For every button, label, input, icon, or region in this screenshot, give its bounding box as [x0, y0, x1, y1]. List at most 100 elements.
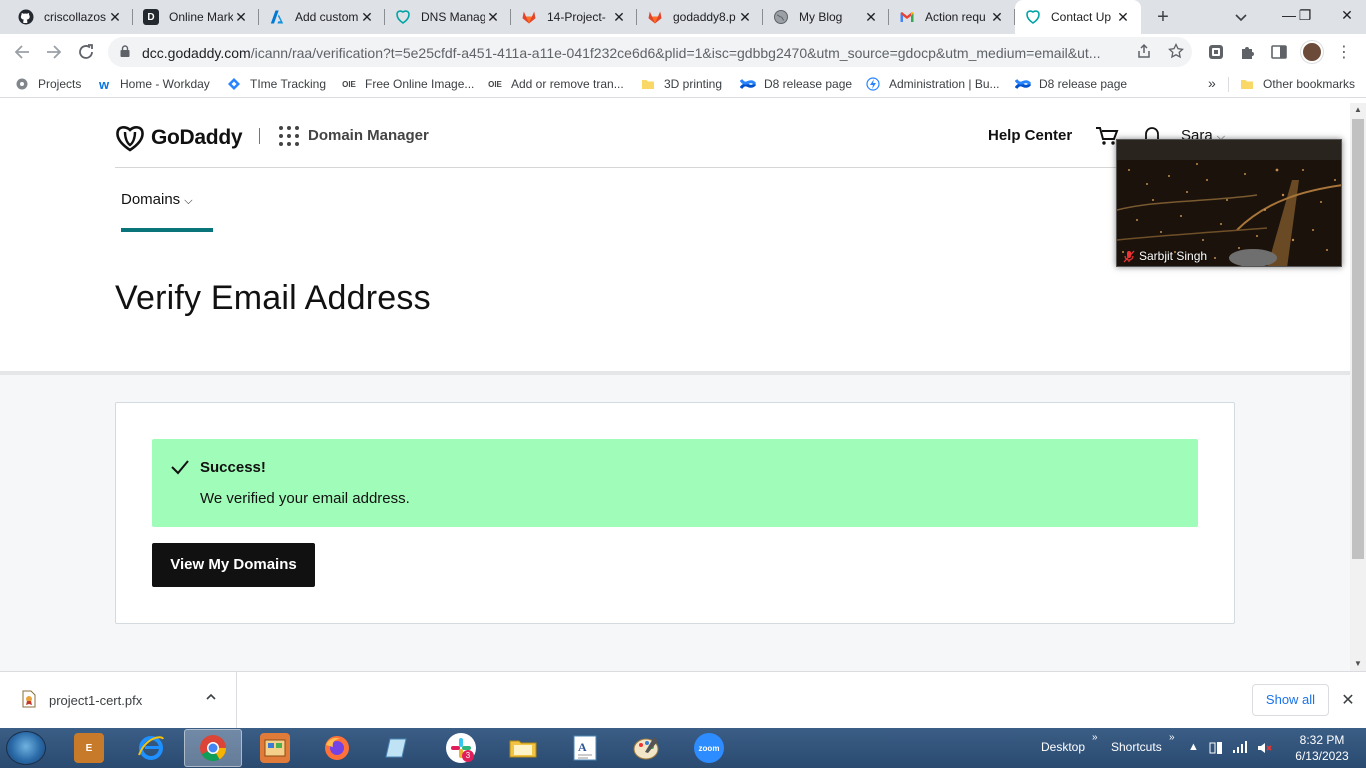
forward-icon[interactable]: [42, 40, 66, 64]
view-my-domains-button[interactable]: View My Domains: [152, 543, 315, 587]
tab-title: Contact Up: [1051, 10, 1112, 24]
close-icon[interactable]: ✕: [359, 9, 375, 25]
zoom-video-tile[interactable]: Sarbjit Singh: [1116, 139, 1342, 267]
close-icon[interactable]: ✕: [1115, 9, 1131, 25]
tab-title: My Blog: [799, 10, 843, 24]
close-icon[interactable]: ✕: [1340, 690, 1356, 709]
scrollbar-thumb[interactable]: [1352, 119, 1364, 559]
taskbar-app-zoom[interactable]: zoom: [680, 729, 738, 767]
chevron-down-icon[interactable]: [1232, 7, 1250, 27]
godaddy-logo[interactable]: GoDaddy: [115, 123, 243, 153]
bookmark-other[interactable]: Other bookmarks: [1239, 75, 1355, 93]
bookmark-free-online-image[interactable]: OIE Free Online Image...: [341, 75, 474, 93]
taskbar-app-control-panel[interactable]: [246, 729, 304, 767]
bookmark-3d-printing[interactable]: 3D printing: [640, 75, 722, 93]
address-bar[interactable]: dcc.godaddy.com/icann/raa/verification?t…: [108, 37, 1192, 67]
tab-dns-manager[interactable]: DNS Manag ✕: [385, 0, 511, 34]
close-icon[interactable]: ✕: [611, 9, 627, 25]
restore-icon[interactable]: ❐: [1286, 0, 1324, 34]
bookmarks-bar: Projects w Home - Workday TIme Tracking …: [0, 70, 1366, 98]
taskbar-app-editor[interactable]: E: [60, 729, 118, 767]
shortcuts-toolbar[interactable]: Shortcuts: [1111, 740, 1162, 754]
system-clock[interactable]: 8:32 PM 6/13/2023: [1292, 732, 1352, 764]
tab-action-required[interactable]: Action requ ✕: [889, 0, 1015, 34]
close-icon[interactable]: ✕: [989, 9, 1005, 25]
wordpad-icon: A: [570, 733, 600, 763]
gear-icon: [14, 76, 30, 92]
tab-contact-update[interactable]: Contact Up ✕: [1015, 0, 1141, 34]
taskbar-app-slack[interactable]: 3: [432, 729, 490, 767]
taskbar-app-paint[interactable]: [618, 729, 676, 767]
close-icon[interactable]: ✕: [485, 9, 501, 25]
jira-icon: [226, 76, 242, 92]
taskbar-app-wordpad[interactable]: A: [556, 729, 614, 767]
tab-14-project[interactable]: 14-Project- ✕: [511, 0, 637, 34]
puzzle-icon[interactable]: [1239, 43, 1257, 61]
desktop-toolbar[interactable]: Desktop: [1041, 740, 1085, 754]
close-icon[interactable]: ✕: [863, 9, 879, 25]
tab-my-blog[interactable]: My Blog ✕: [763, 0, 889, 34]
lock-icon[interactable]: [120, 45, 130, 57]
download-item[interactable]: project1-cert.pfx: [0, 672, 237, 728]
bookmark-workday[interactable]: w Home - Workday: [96, 75, 210, 93]
start-button[interactable]: [6, 731, 46, 765]
share-icon[interactable]: [1135, 43, 1153, 61]
close-window-icon[interactable]: ✕: [1328, 0, 1366, 34]
bookmark-administration[interactable]: Administration | Bu...: [865, 75, 1000, 93]
close-icon[interactable]: ✕: [107, 9, 123, 25]
reload-icon[interactable]: [74, 40, 98, 64]
chrome-icon: [198, 733, 228, 763]
side-panel-icon[interactable]: [1270, 43, 1288, 61]
help-center-link[interactable]: Help Center: [988, 127, 1072, 144]
bookmark-projects[interactable]: Projects: [14, 75, 81, 93]
bookmark-d8-release-2[interactable]: D8 release page: [1015, 75, 1127, 93]
back-icon[interactable]: [10, 40, 34, 64]
gmail-icon: [899, 9, 915, 25]
product-name[interactable]: Domain Manager: [308, 127, 429, 144]
browser-toolbar: dcc.godaddy.com/icann/raa/verification?t…: [0, 34, 1366, 70]
taskbar-app-explorer[interactable]: [494, 729, 552, 767]
volume-muted-icon[interactable]: [1257, 741, 1273, 758]
nav-domains[interactable]: Domains ⌵: [121, 191, 193, 208]
taskbar-app-notepad[interactable]: [370, 729, 428, 767]
oie-icon: OIE: [342, 79, 356, 89]
close-icon[interactable]: ✕: [233, 9, 249, 25]
device-icon[interactable]: [1209, 741, 1223, 758]
paint-icon: [632, 733, 662, 763]
more-bookmarks-icon[interactable]: »: [1208, 75, 1216, 91]
url-text[interactable]: dcc.godaddy.com/icann/raa/verification?t…: [142, 45, 1132, 61]
bookmark-add-remove[interactable]: OIE Add or remove tran...: [487, 75, 624, 93]
godaddy-icon: [395, 9, 411, 25]
app-grid-icon[interactable]: [279, 126, 299, 146]
active-nav-indicator: [121, 228, 213, 232]
close-icon[interactable]: ✕: [737, 9, 753, 25]
taskbar-app-ie[interactable]: [122, 729, 180, 767]
show-hidden-icons[interactable]: ▲: [1188, 741, 1199, 753]
signal-icon[interactable]: [1233, 741, 1247, 756]
godaddy-icon: [1025, 9, 1041, 25]
tab-godaddy8[interactable]: godaddy8.p ✕: [637, 0, 763, 34]
tab-add-custom[interactable]: Add custom ✕: [259, 0, 385, 34]
control-panel-icon: [260, 733, 290, 763]
extension-icon[interactable]: [1207, 43, 1225, 61]
taskbar-app-chrome[interactable]: [184, 729, 242, 767]
show-all-button[interactable]: Show all: [1252, 684, 1329, 716]
taskbar-app-firefox[interactable]: [308, 729, 366, 767]
menu-icon[interactable]: ⋮: [1336, 42, 1352, 62]
tab-online-marketing[interactable]: D Online Mark ✕: [133, 0, 259, 34]
chevron-up-icon[interactable]: [205, 691, 217, 706]
downloads-bar: project1-cert.pfx Show all ✕: [0, 671, 1366, 728]
bookmark-star-icon[interactable]: [1167, 42, 1185, 61]
download-filename[interactable]: project1-cert.pfx: [49, 693, 142, 708]
verification-card: Success! We verified your email address.…: [115, 402, 1235, 624]
confluence-icon: [740, 76, 756, 92]
new-tab-button[interactable]: +: [1152, 6, 1174, 28]
confluence-icon: [1015, 76, 1031, 92]
notepad-icon: [384, 733, 414, 763]
windows-taskbar: E 3 A zoom Desktop » Shortcuts » ▲ 8:32 …: [0, 728, 1366, 768]
scrollbar[interactable]: ▲ ▼: [1350, 103, 1366, 671]
tab-github[interactable]: criscollazos ✕: [8, 0, 133, 34]
bookmark-time-tracking[interactable]: TIme Tracking: [226, 75, 326, 93]
bookmark-d8-release[interactable]: D8 release page: [740, 75, 852, 93]
avatar[interactable]: [1301, 41, 1323, 63]
